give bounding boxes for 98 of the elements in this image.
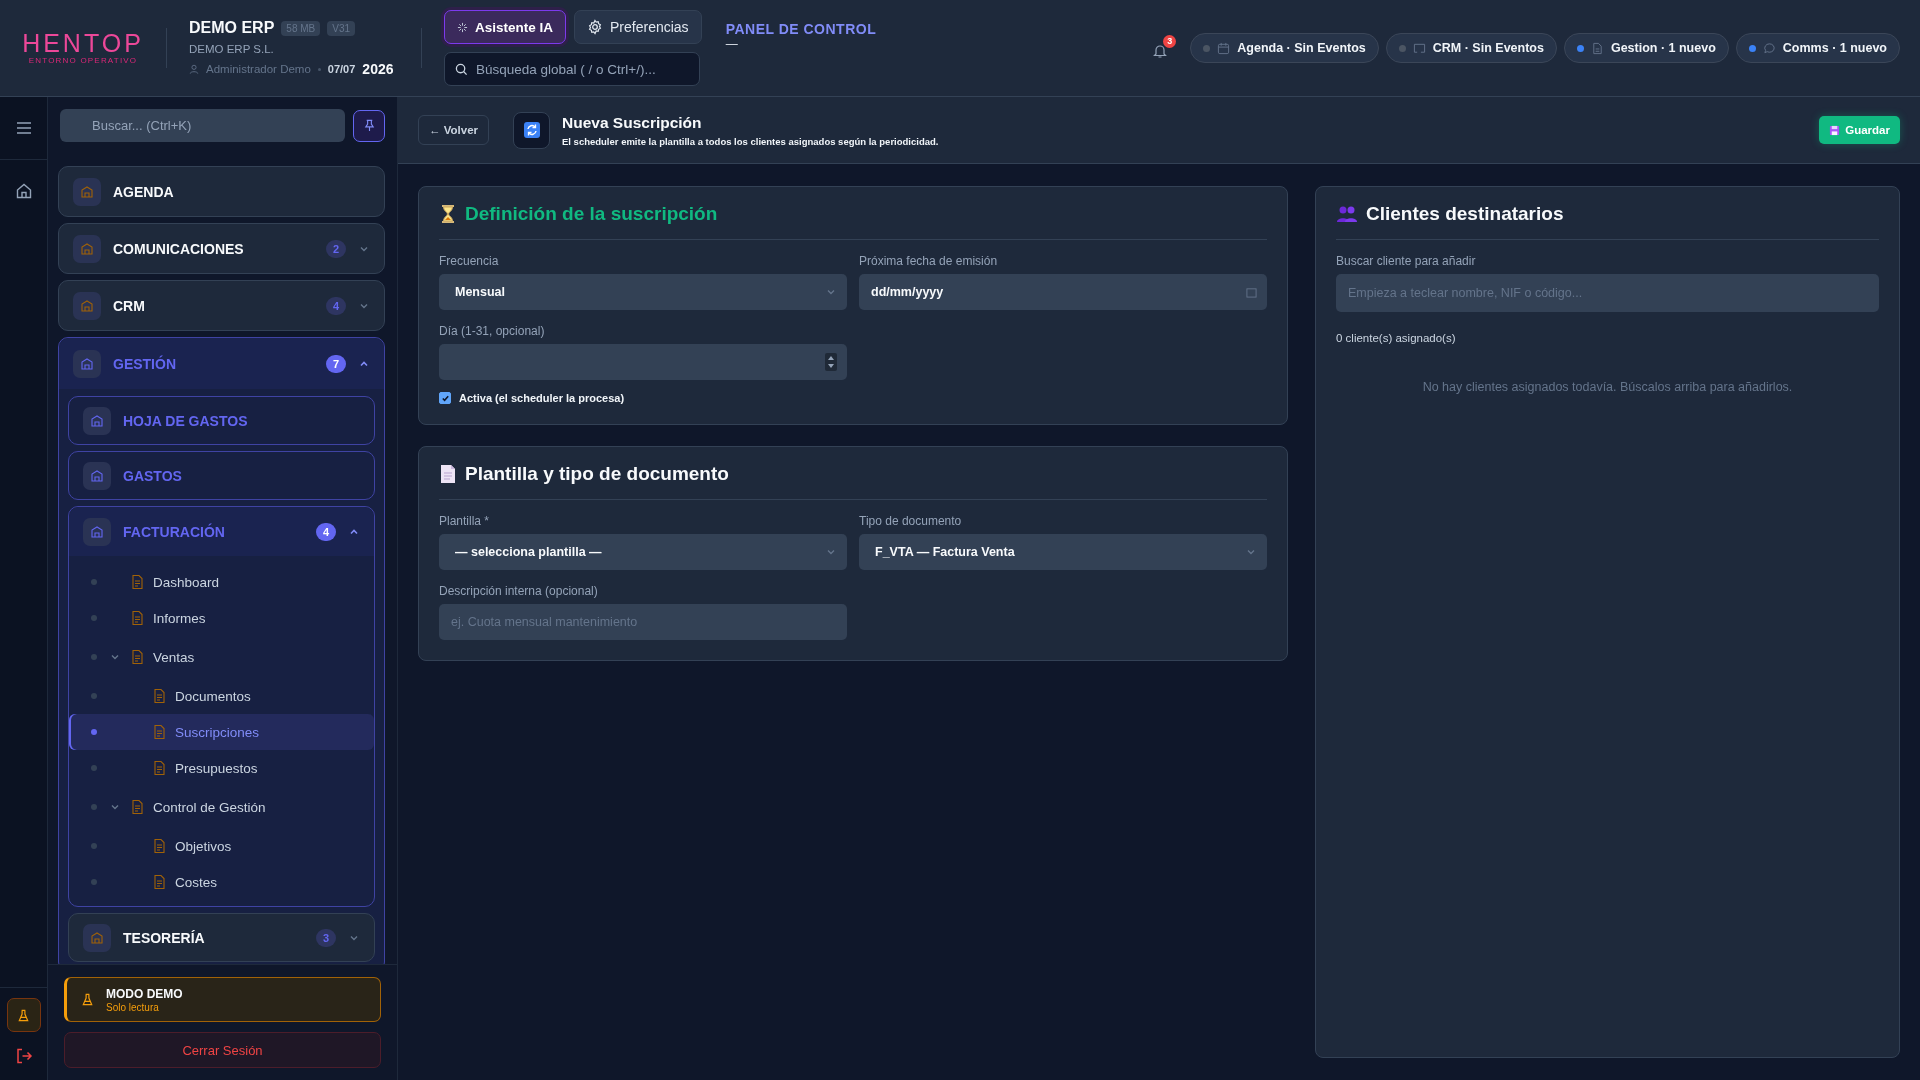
- search-icon: [455, 62, 468, 76]
- field-label: Frecuencia: [439, 254, 500, 268]
- select-field[interactable]: — selecciona plantilla —: [439, 534, 847, 570]
- document-icon: [129, 610, 145, 626]
- logout-icon: [14, 1047, 33, 1065]
- document-icon: [151, 688, 167, 704]
- page-subtitle: El scheduler emite la plantilla a todos los clientes asignados según la periodicidad.: [562, 135, 939, 147]
- back-button[interactable]: ← Volver: [418, 115, 489, 145]
- calendar-icon: [1246, 286, 1257, 298]
- demo-subtitle: Solo lectura: [106, 1001, 160, 1013]
- count-badge: 7: [326, 354, 346, 373]
- panel-title: PANEL DE CONTROL: [725, 21, 877, 37]
- user-name: Administrador Demo: [206, 63, 311, 75]
- checkbox[interactable]: [439, 392, 451, 404]
- nav-section-button[interactable]: GESTIÓN 7: [59, 338, 384, 389]
- status-chip[interactable]: Gestion · 1 nuevo: [1563, 33, 1729, 63]
- nav-link[interactable]: Ventas: [69, 636, 374, 678]
- calendar-icon: [1217, 41, 1231, 55]
- select-field[interactable]: Mensual: [439, 274, 847, 310]
- document-icon: [151, 724, 167, 740]
- nav-link[interactable]: Control de Gestión: [69, 786, 374, 828]
- company-name: DEMO ERP: [189, 19, 275, 37]
- field-label: Plantilla *: [439, 514, 491, 528]
- pin-icon: [362, 119, 376, 132]
- field-label: Día (1-31, opcional): [439, 324, 546, 338]
- nav-link[interactable]: Documentos: [69, 678, 374, 714]
- nav-section-button[interactable]: AGENDA: [58, 166, 385, 217]
- bell-icon: [1152, 42, 1169, 59]
- nav-link[interactable]: Suscripciones: [69, 714, 374, 750]
- page-icon: [439, 464, 457, 484]
- nav-section-button[interactable]: FACTURACIÓN 4: [69, 507, 374, 556]
- select-field[interactable]: F_VTA — Factura Venta: [859, 534, 1267, 570]
- page-title: Nueva Suscripción: [562, 113, 703, 132]
- status-chip[interactable]: CRM · Sin Eventos: [1385, 33, 1557, 63]
- empty-message: No hay clientes asignados todavía. Búscalos arriba para añadirlos.: [1421, 380, 1794, 394]
- assistant-button[interactable]: Asistente IA: [444, 10, 567, 44]
- hourglass-icon: [439, 204, 457, 224]
- home-icon: [14, 182, 33, 200]
- spinner-icon: [825, 353, 837, 371]
- sparkle-icon: [457, 21, 468, 33]
- number-field[interactable]: [439, 344, 847, 380]
- field-label: Descripción interna (opcional): [439, 584, 599, 598]
- card-title: Plantilla y tipo de documento: [465, 463, 729, 485]
- card-title: Clientes destinatarios: [1366, 203, 1564, 225]
- card-title: Definición de la suscripción: [465, 203, 718, 225]
- count-badge: 4: [316, 522, 336, 541]
- date-text: 07/07: [327, 63, 356, 75]
- people-icon: [1336, 205, 1358, 223]
- nav-link[interactable]: Presupuestos: [69, 750, 374, 786]
- demo-mode-button[interactable]: [6, 998, 41, 1032]
- global-search-field[interactable]: Búsqueda global ( / o Ctrl+/)...: [444, 52, 700, 86]
- nav-link[interactable]: Costes: [69, 864, 374, 900]
- count-badge: 2: [326, 239, 346, 258]
- nav-section-button[interactable]: HOJA DE GASTOS: [68, 396, 375, 445]
- document-icon: [1590, 41, 1604, 55]
- menu-icon: [14, 119, 33, 137]
- nav-link[interactable]: Dashboard: [69, 564, 374, 600]
- field-label: Tipo de documento: [859, 514, 963, 528]
- assigned-count: 0 cliente(s) asignado(s): [1336, 332, 1457, 344]
- notifications-button[interactable]: 3: [1148, 33, 1177, 63]
- settings-icon: [587, 19, 604, 35]
- floppy-icon: [1829, 124, 1841, 136]
- nav-link[interactable]: Objetivos: [69, 828, 374, 864]
- count-badge: 4: [326, 296, 346, 315]
- document-icon: [151, 874, 167, 890]
- company-legal-name: DEMO ERP S.L.: [189, 43, 275, 55]
- monitor-icon: [1412, 41, 1426, 55]
- sidebar-search-field[interactable]: Buscar... (Ctrl+K): [60, 109, 345, 142]
- nav-section-button[interactable]: COMUNICACIONES 2: [58, 223, 385, 274]
- flask-icon: [17, 1008, 30, 1022]
- field-label: Próxima fecha de emisión: [859, 254, 999, 268]
- count-badge: 3: [316, 928, 336, 947]
- document-icon: [129, 799, 145, 815]
- refresh-icon: [513, 111, 550, 149]
- year-text: 2026: [362, 61, 394, 77]
- demo-title: MODO DEMO: [106, 986, 183, 1001]
- nav-section-button[interactable]: GASTOS: [68, 451, 375, 500]
- user-icon: [189, 64, 199, 74]
- nav-section-button[interactable]: TESORERÍA 3: [68, 913, 375, 962]
- nav-link[interactable]: Informes: [69, 600, 374, 636]
- flask-icon: [81, 993, 94, 1006]
- notification-count: 3: [1163, 34, 1177, 48]
- logout-button[interactable]: Cerrar Sesión: [64, 1032, 381, 1068]
- document-icon: [151, 838, 167, 854]
- document-icon: [151, 760, 167, 776]
- preferences-button[interactable]: Preferencias: [574, 10, 702, 44]
- nav-section-button[interactable]: CRM 4: [58, 280, 385, 331]
- checkbox-label: Activa (el scheduler la procesa): [459, 392, 625, 404]
- status-chip[interactable]: Comms · 1 nuevo: [1735, 33, 1900, 63]
- chat-icon: [1762, 41, 1776, 55]
- panel-subtitle: —: [725, 37, 739, 51]
- status-chip[interactable]: Agenda · Sin Eventos: [1190, 33, 1379, 63]
- date-field[interactable]: dd/mm/yyyy: [859, 274, 1267, 310]
- logo: HENTOP ENTORNO OPERATIVO: [22, 30, 144, 66]
- document-icon: [129, 574, 145, 590]
- field-label: Buscar cliente para añadir: [1336, 254, 1477, 268]
- document-icon: [129, 649, 145, 665]
- pin-button[interactable]: [353, 109, 385, 142]
